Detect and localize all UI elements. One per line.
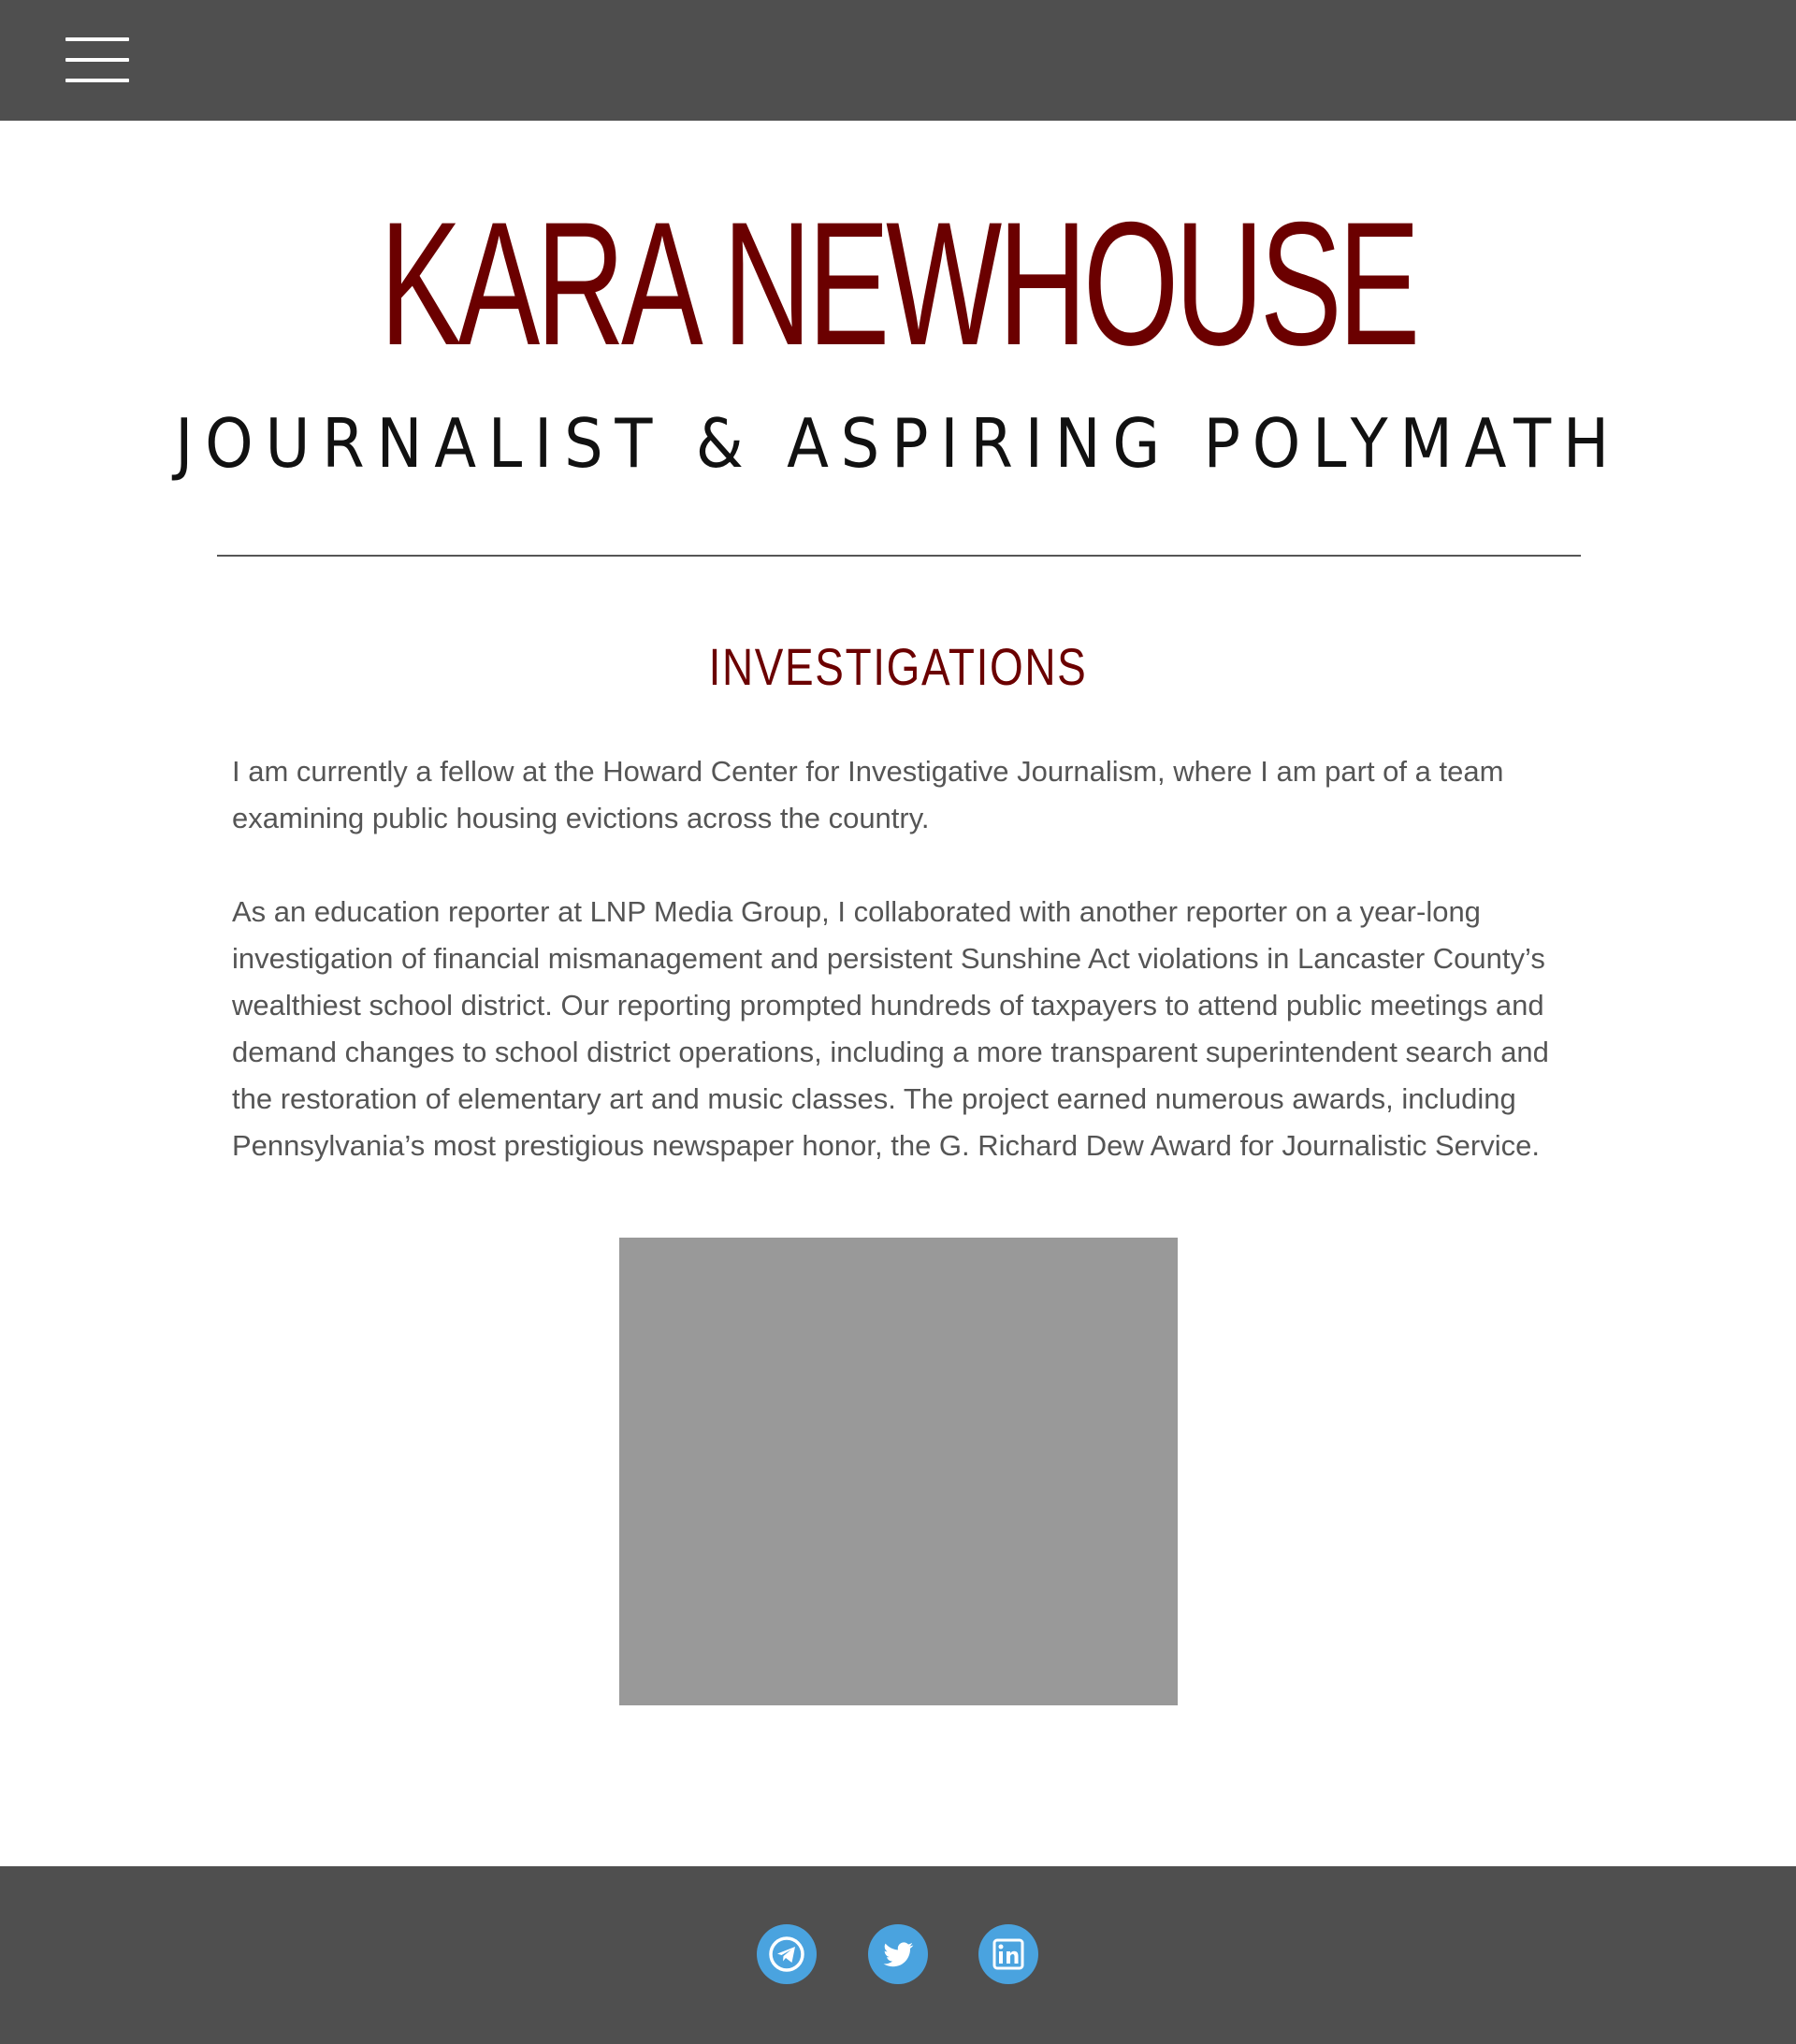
linkedin-glyph xyxy=(992,1938,1024,1970)
section-heading: INVESTIGATIONS xyxy=(708,637,1088,696)
hamburger-menu-icon[interactable] xyxy=(65,37,129,82)
site-title: KARA NEWHOUSE xyxy=(379,185,1420,382)
twitter-icon[interactable] xyxy=(868,1924,928,1984)
twitter-glyph xyxy=(883,1942,914,1967)
top-bar xyxy=(0,0,1796,121)
paragraph: As an education reporter at LNP Media Gr… xyxy=(232,895,1549,1162)
image-placeholder xyxy=(619,1238,1178,1705)
menu-line xyxy=(65,37,129,41)
menu-line xyxy=(65,58,129,62)
divider xyxy=(217,555,1581,557)
site-tagline: JOURNALIST & ASPIRING POLYMATH xyxy=(175,404,1621,483)
telegram-icon[interactable] xyxy=(757,1924,817,1984)
paragraph: I am currently a fellow at the Howard Ce… xyxy=(232,755,1504,834)
linkedin-icon[interactable] xyxy=(978,1924,1038,1984)
menu-line xyxy=(65,79,129,82)
telegram-glyph xyxy=(769,1936,804,1972)
